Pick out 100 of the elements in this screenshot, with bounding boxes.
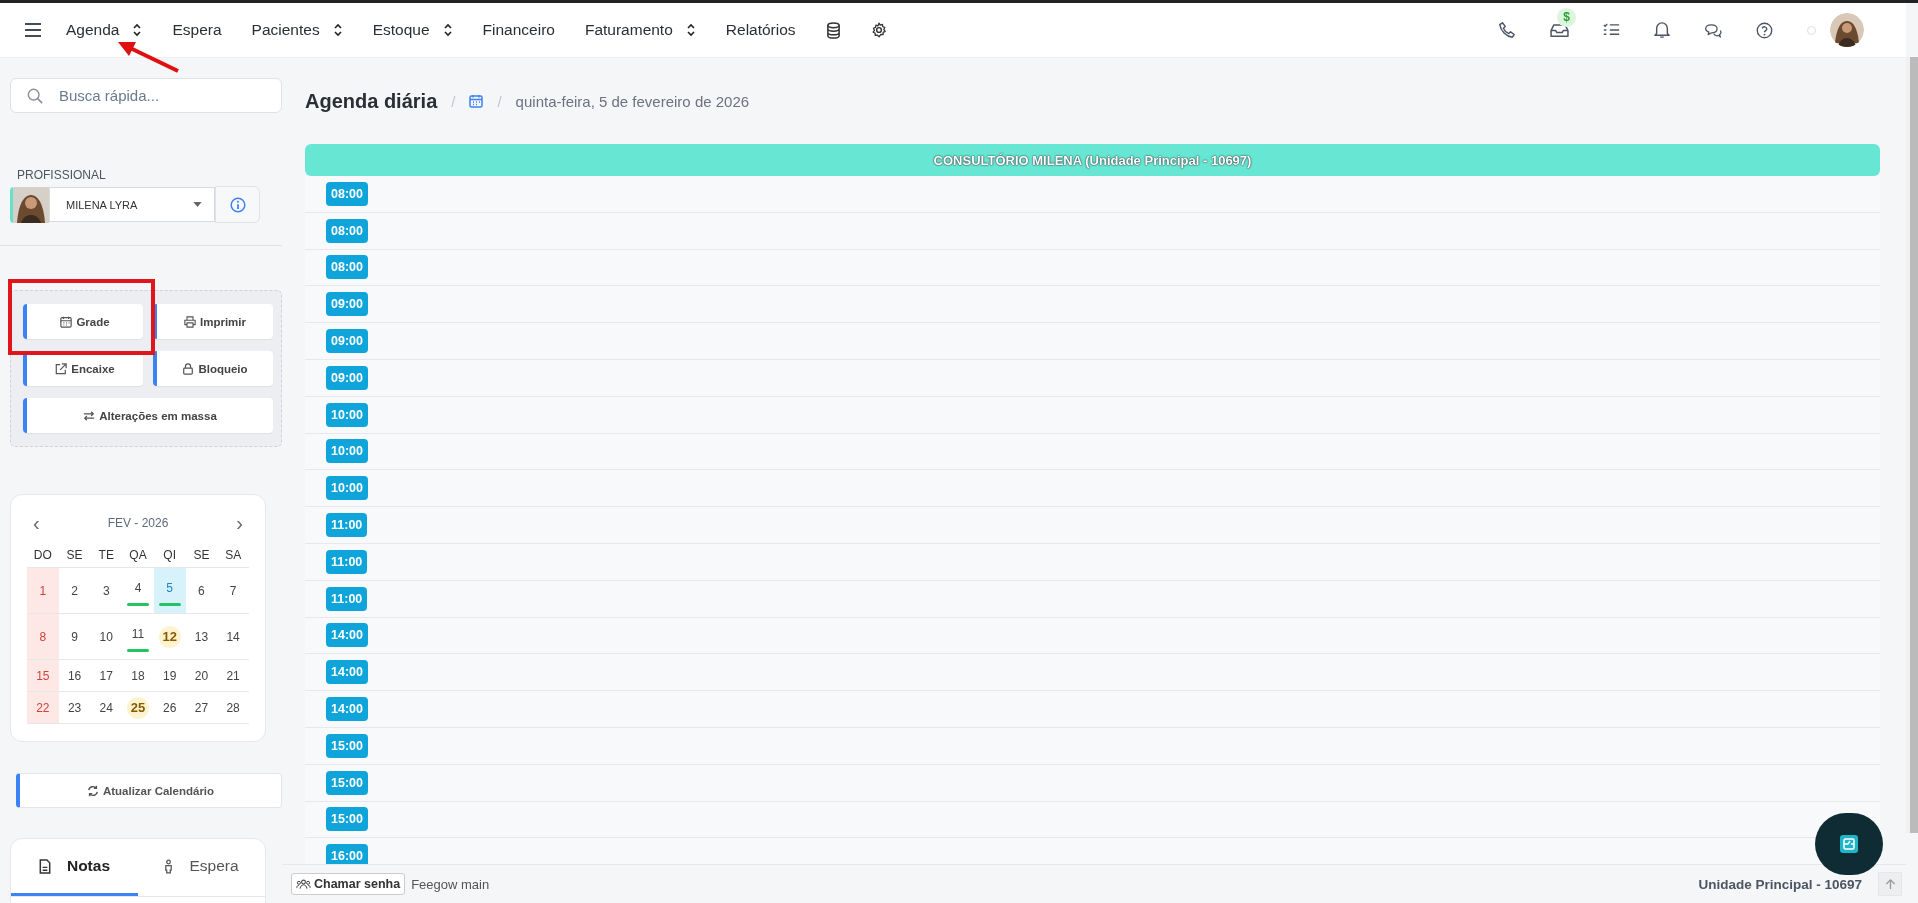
- professional-select[interactable]: MILENA LYRA: [49, 187, 215, 222]
- calendar-day[interactable]: 14: [217, 614, 249, 660]
- notification-badge: $: [1557, 7, 1576, 27]
- calendar-icon: [60, 315, 73, 328]
- field-label: PROFISSIONAL: [16, 168, 107, 182]
- nav-link[interactable]: Financeiro: [482, 21, 555, 39]
- time-label: 09:00: [326, 365, 368, 390]
- calendar-day[interactable]: 7: [217, 568, 249, 614]
- nav-link[interactable]: Espera: [172, 21, 222, 39]
- nav-link[interactable]: Pacientes: [251, 21, 343, 39]
- search-icon: [27, 87, 43, 104]
- nav-link[interactable]: Estoque: [372, 21, 453, 39]
- app-name: Feegow main: [411, 876, 490, 892]
- database-icon[interactable]: [825, 21, 841, 39]
- time-label: 15:00: [326, 807, 368, 832]
- menu-icon[interactable]: [24, 23, 42, 37]
- calendar-day[interactable]: 28: [217, 692, 249, 724]
- person-icon: [164, 858, 174, 874]
- group-icon: [296, 878, 311, 890]
- time-label: 15:00: [326, 770, 368, 795]
- calendar-day[interactable]: 24: [90, 692, 123, 724]
- time-label: 11:00: [326, 586, 368, 611]
- next-month-button[interactable]: ›: [230, 513, 249, 533]
- time-label: 10:00: [326, 439, 368, 464]
- calendar-day[interactable]: 11: [122, 614, 154, 660]
- chat-icon[interactable]: [1704, 22, 1722, 38]
- calendar-day[interactable]: 9: [58, 614, 91, 660]
- calendar-day[interactable]: 26: [153, 692, 186, 724]
- search-field[interactable]: Busca rápida...: [10, 78, 282, 113]
- action-button[interactable]: Alterações em massa: [23, 398, 273, 433]
- calendar-day[interactable]: 12: [153, 614, 186, 660]
- checklist-icon[interactable]: [1603, 23, 1620, 37]
- calendar-day[interactable]: 6: [185, 568, 218, 614]
- printer-icon: [184, 315, 196, 328]
- settings-icon[interactable]: [870, 22, 887, 38]
- calendar-day[interactable]: 25: [122, 692, 154, 724]
- time-label: 14:00: [326, 660, 368, 685]
- calendar-day[interactable]: 4: [122, 568, 154, 614]
- help-icon[interactable]: [1756, 21, 1773, 39]
- action-button[interactable]: Bloqueio: [153, 351, 273, 386]
- calendar-day[interactable]: 10: [90, 614, 123, 660]
- calendar-day[interactable]: 8: [27, 614, 59, 660]
- refresh-icon: [86, 784, 99, 797]
- call-ticket-button[interactable]: Chamar senha: [291, 873, 406, 895]
- calendar-day[interactable]: 18: [122, 660, 154, 692]
- calendar-day[interactable]: 2: [58, 568, 91, 614]
- calendar-day[interactable]: 21: [217, 660, 249, 692]
- calendar-day[interactable]: 22: [27, 692, 59, 724]
- column-header: CONSULTÓRIO MILENA (Unidade Principal - 10697): [305, 144, 1880, 176]
- time-label: 08:00: [326, 255, 368, 280]
- calendar-day[interactable]: 15: [27, 660, 59, 692]
- lock-icon: [182, 362, 195, 375]
- document-icon: [38, 858, 51, 874]
- nav-link[interactable]: Agenda: [66, 21, 143, 39]
- previous-month-button[interactable]: ‹: [27, 513, 46, 533]
- screen-share-icon: [1839, 834, 1859, 854]
- time-label: 11:00: [326, 549, 368, 574]
- breadcrumb-separator: /: [497, 92, 502, 110]
- breadcrumb-separator: /: [451, 92, 456, 110]
- calendar-day[interactable]: 27: [185, 692, 218, 724]
- unit-name: Unidade Principal - 10697: [1698, 876, 1862, 892]
- calendar-icon[interactable]: [469, 94, 484, 108]
- calendar-day[interactable]: 3: [90, 568, 123, 614]
- calendar-day[interactable]: 23: [58, 692, 91, 724]
- refresh-calendar-button[interactable]: Atualizar Calendário: [16, 773, 282, 808]
- action-button[interactable]: Grade: [23, 304, 143, 339]
- time-label: 14:00: [326, 623, 368, 648]
- weekday-label: SA: [217, 543, 249, 568]
- breadcrumb-date: quinta-feira, 5 de fevereiro de 2026: [515, 92, 750, 110]
- arrow-up-icon: [1884, 878, 1896, 890]
- external-link-icon: [55, 362, 68, 375]
- calendar-day[interactable]: 1: [27, 568, 59, 614]
- scrollbar[interactable]: [1906, 57, 1918, 833]
- calendar-day[interactable]: 19: [153, 660, 186, 692]
- phone-icon[interactable]: [1498, 21, 1516, 39]
- search-input[interactable]: Busca rápida...: [57, 86, 261, 105]
- time-label: 10:00: [326, 402, 368, 427]
- time-label: 11:00: [326, 513, 368, 538]
- weekday-label: TE: [90, 543, 123, 568]
- time-label: 09:00: [326, 329, 368, 354]
- bell-icon[interactable]: [1654, 21, 1670, 39]
- avatar-icon[interactable]: [1830, 13, 1864, 47]
- calendar-day[interactable]: 17: [90, 660, 123, 692]
- time-label: 08:00: [326, 181, 368, 206]
- page-title: Agenda diária: [305, 89, 438, 113]
- nav-link[interactable]: Faturamento: [584, 21, 696, 39]
- weekday-label: SE: [58, 543, 91, 568]
- calendar-day[interactable]: 20: [185, 660, 218, 692]
- calendar-day[interactable]: 16: [58, 660, 91, 692]
- info-icon: [229, 196, 246, 213]
- tab[interactable]: Espera: [138, 839, 265, 896]
- nav-link[interactable]: Relatórios: [725, 21, 796, 39]
- info-button[interactable]: [215, 186, 260, 223]
- weekday-label: SE: [185, 543, 218, 568]
- action-button[interactable]: Imprimir: [153, 304, 273, 339]
- time-label: 15:00: [326, 733, 368, 758]
- tab[interactable]: Notas: [11, 839, 138, 896]
- calendar-day[interactable]: 13: [185, 614, 218, 660]
- time-label: 14:00: [326, 697, 368, 722]
- inbox-icon[interactable]: [1550, 22, 1569, 38]
